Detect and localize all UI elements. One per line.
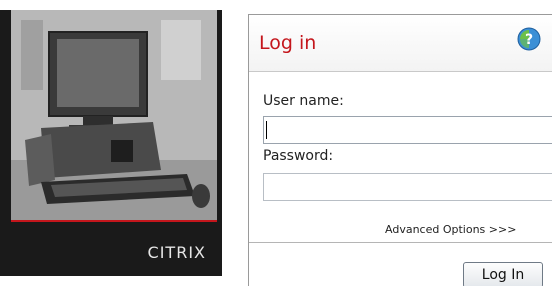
computer-illustration [11, 10, 217, 220]
svg-text:?: ? [525, 32, 533, 48]
citrix-logo: CITRIX [147, 243, 206, 262]
login-header: Log in ? [249, 15, 552, 72]
branding-panel: CITRIX [0, 10, 222, 276]
login-panel: Log in ? User name: Password: Advanced O… [248, 14, 552, 286]
desktop-computer-photo [11, 10, 217, 220]
footer-divider [249, 242, 552, 243]
password-label: Password: [263, 148, 334, 164]
username-input[interactable] [263, 116, 552, 144]
text-cursor [266, 121, 267, 139]
password-input[interactable] [263, 173, 552, 201]
login-button[interactable]: Log In [463, 262, 543, 286]
username-label: User name: [263, 93, 344, 109]
advanced-options-link[interactable]: Advanced Options >>> [385, 223, 516, 236]
help-icon[interactable]: ? [517, 27, 541, 51]
login-page: CITRIX Log in ? User name: Password: Adv… [0, 0, 552, 286]
login-title: Log in [259, 32, 317, 54]
photo-divider [11, 220, 217, 222]
